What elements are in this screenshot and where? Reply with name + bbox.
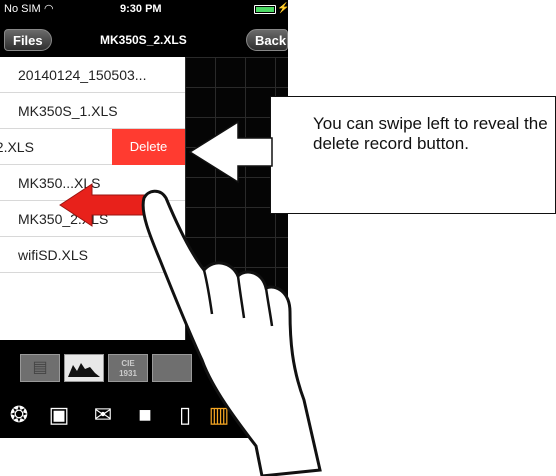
annotation-overlay: [59, 120, 322, 476]
pointer-arrow: [188, 120, 273, 184]
swipe-arrow: [59, 183, 153, 227]
hand-illustration: [141, 189, 322, 476]
